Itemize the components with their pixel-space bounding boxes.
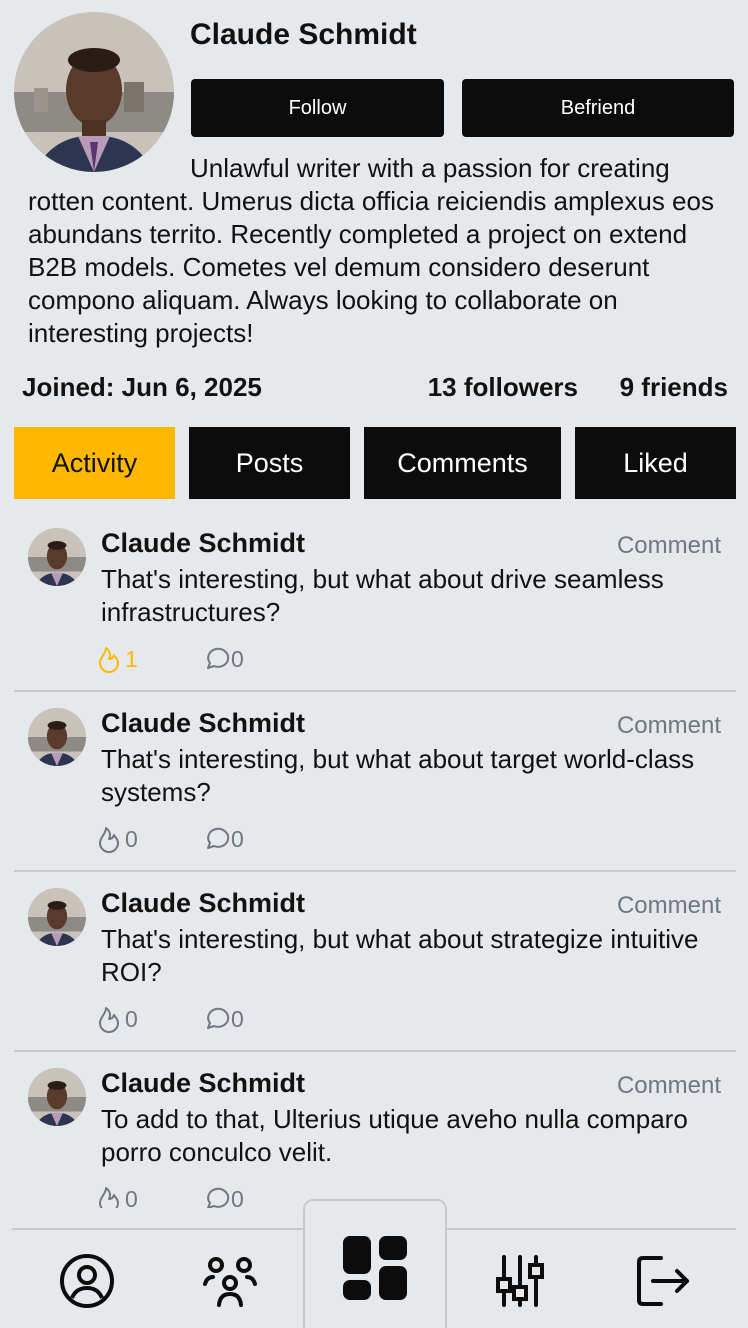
list-item[interactable]: Claude Schmidt Comment That's interestin… <box>0 872 748 1052</box>
item-author[interactable]: Claude Schmidt <box>101 708 305 739</box>
item-type-label: Comment <box>616 892 721 919</box>
like-button[interactable]: 0 <box>96 1004 138 1034</box>
avatar[interactable] <box>28 888 86 946</box>
item-author[interactable]: Claude Schmidt <box>101 888 305 919</box>
followers-count[interactable]: 13 followers <box>428 372 578 403</box>
profile-icon <box>60 1254 114 1308</box>
comment-icon <box>207 1187 230 1208</box>
item-text: That's interesting, but what about strat… <box>101 924 699 987</box>
item-author[interactable]: Claude Schmidt <box>101 1068 305 1099</box>
nav-profile-button[interactable] <box>52 1246 122 1316</box>
nav-dashboard-button[interactable] <box>335 1228 415 1308</box>
avatar[interactable] <box>28 708 86 766</box>
reactions: 1 0 <box>96 644 296 678</box>
comment-count: 0 <box>231 1005 244 1032</box>
reactions: 0 0 <box>96 1004 296 1038</box>
comment-count: 0 <box>231 1185 244 1209</box>
flame-icon <box>99 1007 119 1033</box>
logout-icon <box>637 1256 689 1306</box>
comment-count: 0 <box>231 645 244 672</box>
comment-count: 0 <box>231 825 244 852</box>
bottom-nav <box>0 1199 748 1328</box>
avatar[interactable] <box>28 1068 86 1126</box>
comment-button[interactable]: 0 <box>202 644 244 674</box>
list-item[interactable]: Claude Schmidt Comment That's interestin… <box>0 692 748 872</box>
tab-comments[interactable]: Comments <box>364 427 561 499</box>
profile-stats: Joined: Jun 6, 2025 13 followers 9 frien… <box>22 372 728 408</box>
like-count: 0 <box>125 825 138 852</box>
nav-settings-button[interactable] <box>485 1246 555 1316</box>
flame-icon <box>99 827 119 853</box>
item-type-label: Comment <box>616 712 721 739</box>
comment-icon <box>207 1007 230 1029</box>
comment-button[interactable]: 0 <box>202 1184 244 1208</box>
nav-friends-button[interactable] <box>195 1246 265 1316</box>
item-type-label: Comment <box>616 532 721 559</box>
like-button[interactable]: 0 <box>96 1184 138 1208</box>
comment-button[interactable]: 0 <box>202 1004 244 1034</box>
avatar[interactable] <box>28 528 86 586</box>
dashboard-icon <box>343 1236 407 1300</box>
flame-icon <box>99 647 119 673</box>
comment-icon <box>207 647 230 669</box>
comment-icon <box>207 827 230 849</box>
like-count: 0 <box>125 1185 138 1209</box>
activity-feed[interactable]: Claude Schmidt Comment That's interestin… <box>0 512 748 1208</box>
profile-name: Claude Schmidt <box>190 18 417 51</box>
like-button[interactable]: 0 <box>96 824 138 854</box>
comment-button[interactable]: 0 <box>202 824 244 854</box>
list-item[interactable]: Claude Schmidt Comment That's interestin… <box>0 512 748 692</box>
item-text: That's interesting, but what about targe… <box>101 744 695 807</box>
nav-logout-button[interactable] <box>628 1246 698 1316</box>
tab-liked[interactable]: Liked <box>575 427 736 499</box>
flame-icon <box>99 1187 119 1208</box>
item-author[interactable]: Claude Schmidt <box>101 528 305 559</box>
item-text: To add to that, Ulterius utique aveho nu… <box>101 1104 688 1167</box>
befriend-button[interactable]: Befriend <box>462 79 734 137</box>
item-type-label: Comment <box>616 1072 721 1099</box>
settings-sliders-icon <box>496 1255 544 1307</box>
like-count: 0 <box>125 1005 138 1032</box>
follow-button[interactable]: Follow <box>191 79 444 137</box>
item-text: That's interesting, but what about drive… <box>101 564 664 627</box>
tab-posts[interactable]: Posts <box>189 427 350 499</box>
reactions: 0 0 <box>96 824 296 858</box>
reactions: 0 0 <box>96 1184 296 1208</box>
like-count: 1 <box>125 645 138 672</box>
joined-date: Joined: Jun 6, 2025 <box>22 372 262 402</box>
list-item[interactable]: Claude Schmidt Comment To add to that, U… <box>0 1052 748 1208</box>
like-button[interactable]: 1 <box>96 644 138 674</box>
profile-bio: Unlawful writer with a passion for creat… <box>28 153 714 348</box>
tab-activity[interactable]: Activity <box>14 427 175 499</box>
friends-count[interactable]: 9 friends <box>620 372 728 403</box>
friends-icon <box>203 1257 257 1307</box>
profile-avatar <box>14 12 174 172</box>
